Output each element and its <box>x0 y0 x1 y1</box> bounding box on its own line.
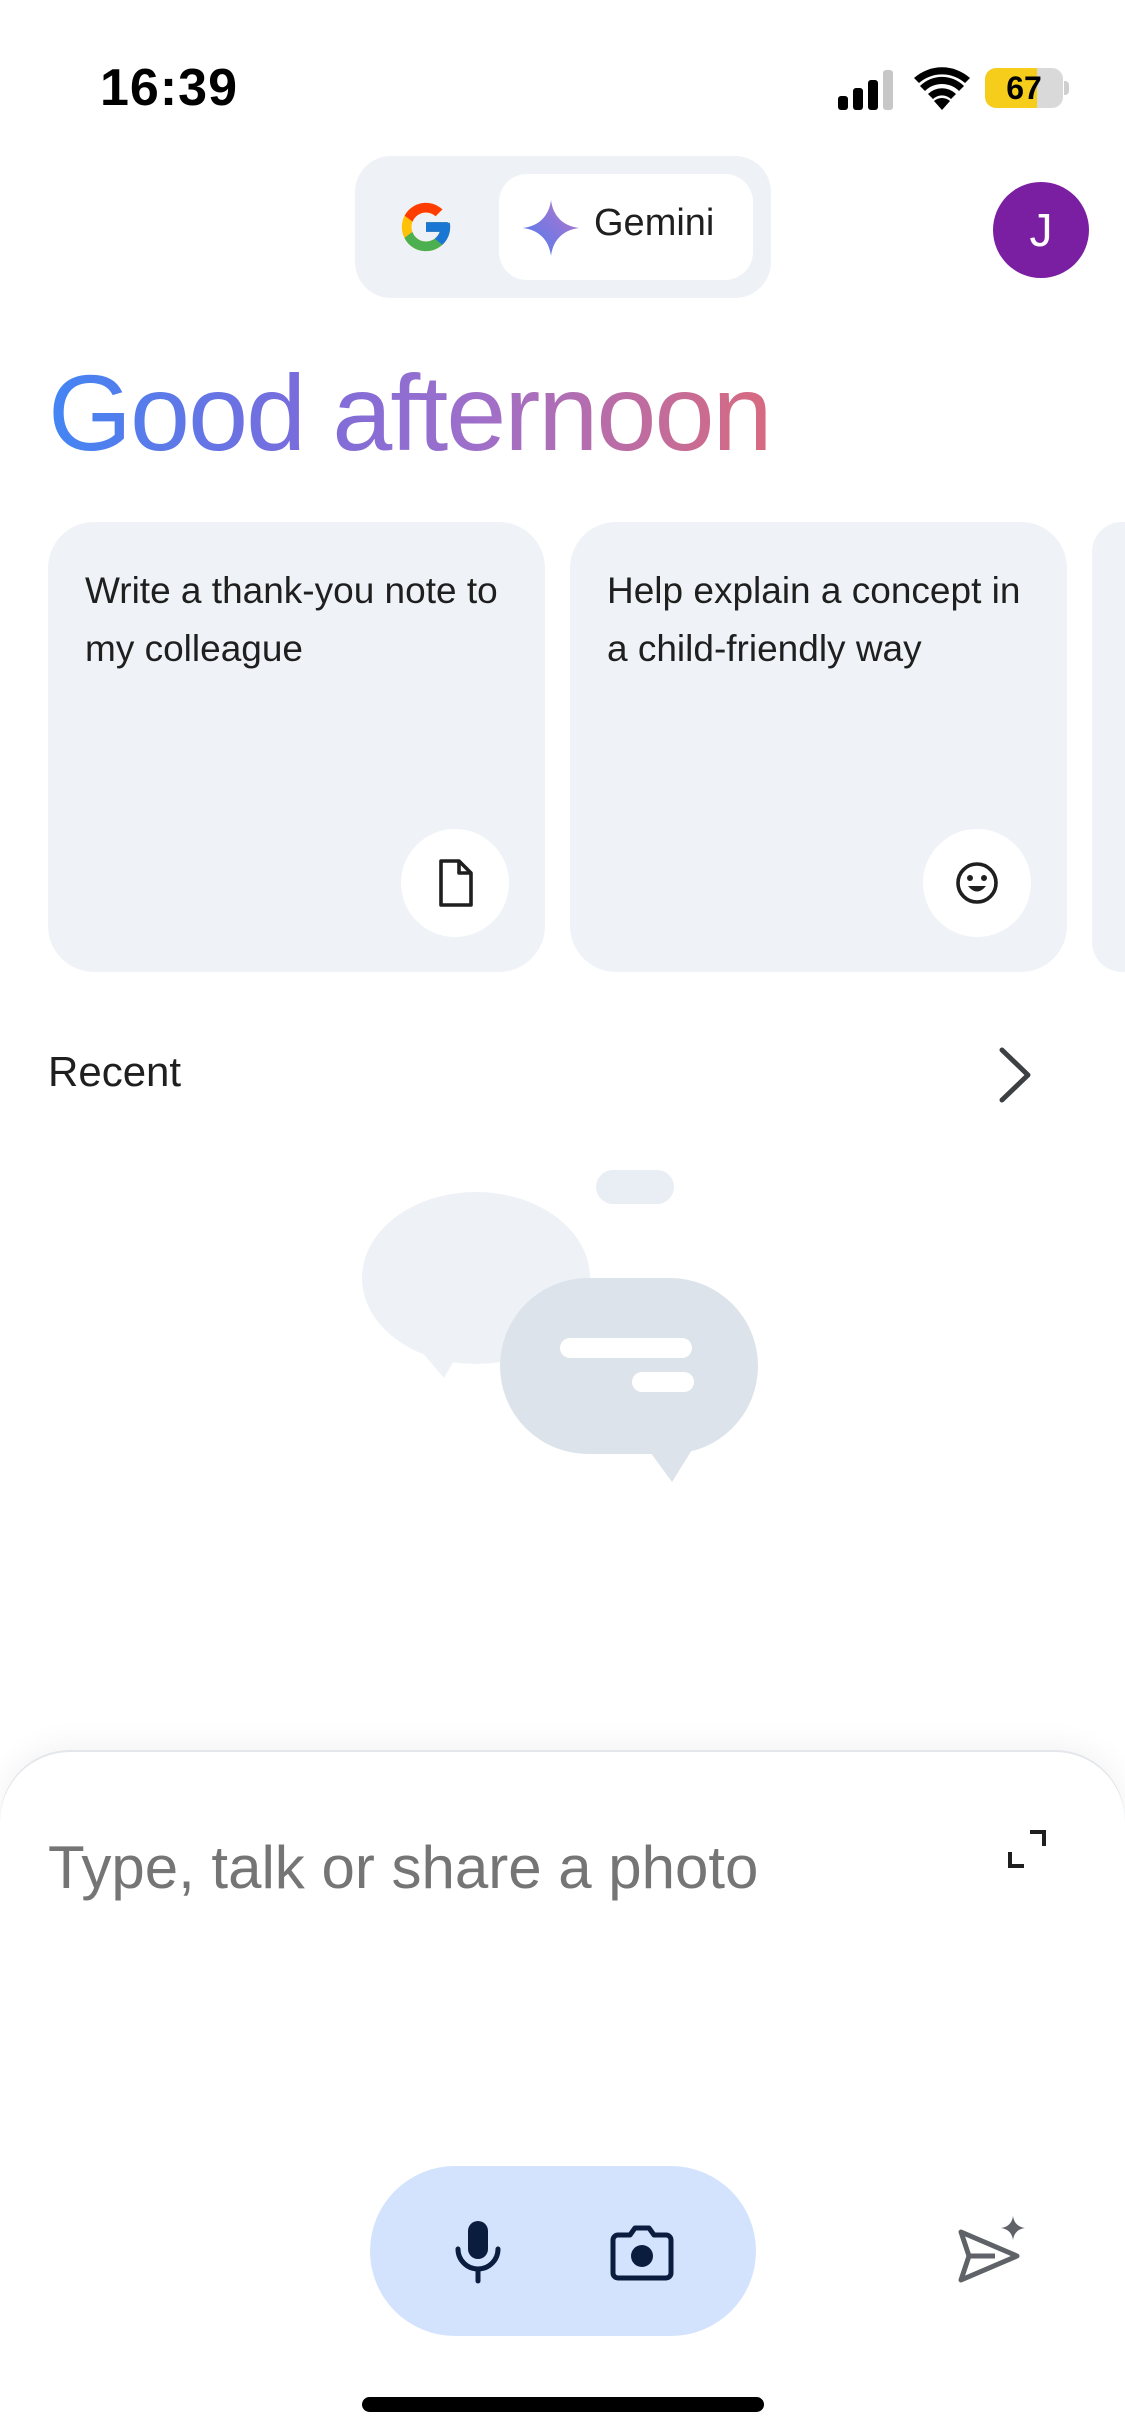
suggestion-card[interactable]: Write a thank-you note to my colleague <box>48 522 545 972</box>
battery-level: 67 <box>1006 70 1042 106</box>
card-icon-badge <box>923 829 1031 937</box>
smiley-icon <box>956 862 998 904</box>
send-sparkle-icon[interactable] <box>955 2214 1031 2290</box>
greeting-title: Good afternoon <box>48 352 773 473</box>
chevron-right-icon[interactable] <box>986 1040 1046 1110</box>
gemini-tab[interactable]: Gemini <box>499 174 753 280</box>
suggestion-cards: Write a thank-you note to my colleague H… <box>0 522 1125 972</box>
app-switcher: Gemini <box>355 156 771 298</box>
document-icon <box>439 859 473 907</box>
card-icon-badge <box>401 829 509 937</box>
voice-camera-pill <box>370 2166 756 2336</box>
status-bar: 16:39 67 <box>0 0 1125 140</box>
recent-heading: Recent <box>48 1048 182 1095</box>
wifi-icon <box>914 67 970 110</box>
chat-bubbles-illustration <box>362 1170 758 1482</box>
prompt-input[interactable] <box>48 1822 948 1912</box>
camera-icon[interactable] <box>604 2213 680 2289</box>
home-indicator <box>362 2397 764 2412</box>
avatar[interactable]: J <box>993 182 1089 278</box>
composer-sheet <box>0 1752 1125 2436</box>
cellular-signal-icon <box>838 70 893 110</box>
suggestion-card[interactable]: Help explain a concept in a child-friend… <box>570 522 1067 972</box>
expand-icon[interactable] <box>1006 1828 1050 1872</box>
google-g-icon[interactable] <box>397 198 455 256</box>
suggestion-card-text: Write a thank-you note to my colleague <box>85 570 498 669</box>
status-time: 16:39 <box>100 59 238 117</box>
battery-icon: 67 <box>985 68 1069 108</box>
suggestion-card-peek[interactable] <box>1092 522 1125 972</box>
gemini-sparkle-icon <box>523 200 579 256</box>
suggestion-card-text: Help explain a concept in a child-friend… <box>607 570 1021 669</box>
gemini-tab-label: Gemini <box>594 202 715 244</box>
microphone-icon[interactable] <box>440 2213 516 2289</box>
